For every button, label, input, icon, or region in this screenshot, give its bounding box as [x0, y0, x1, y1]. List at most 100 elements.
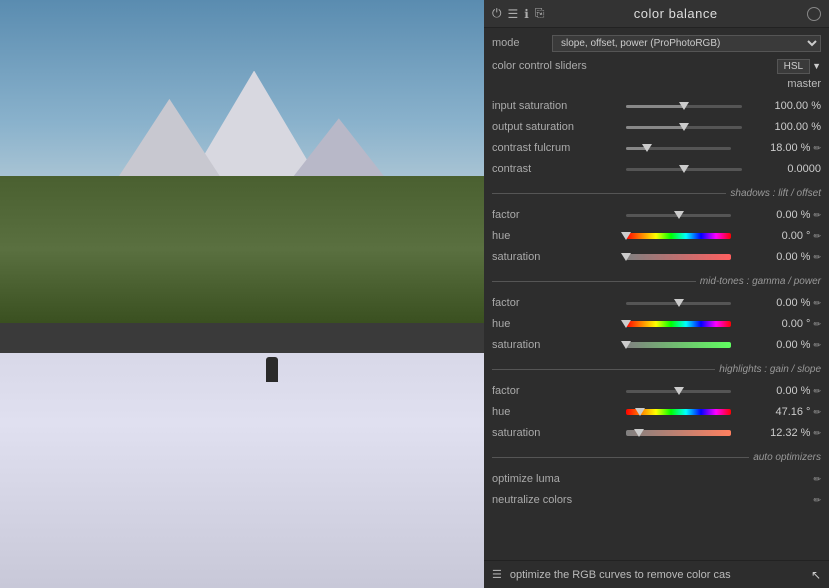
bottom-cursor-icon[interactable]: ↖ — [811, 568, 821, 582]
top-bar-icons: ⏻ ☰ ℹ ⎘ — [492, 6, 544, 21]
input-saturation-value: 100.00 % — [746, 100, 821, 112]
highlights-saturation-value: 12.32 % — [735, 427, 810, 439]
shadows-saturation-thumb — [621, 253, 631, 261]
shadows-saturation-edit[interactable]: ✏ — [813, 252, 821, 263]
midtones-factor-row: factor 0.00 % ✏ — [492, 293, 821, 313]
copy-icon[interactable]: ⎘ — [535, 6, 545, 21]
highlights-factor-row: factor 0.00 % ✏ — [492, 381, 821, 401]
highlights-saturation-slider[interactable] — [626, 430, 731, 436]
optimize-luma-row: optimize luma ✏ — [492, 469, 821, 489]
midtones-hue-slider[interactable] — [626, 321, 731, 327]
output-saturation-fill — [626, 126, 684, 129]
auto-optimizers-header: auto optimizers — [492, 447, 821, 467]
highlights-factor-slider[interactable] — [626, 390, 731, 393]
auto-opt-line — [492, 457, 749, 458]
master-label: master — [787, 78, 821, 94]
highlights-saturation-row: saturation 12.32 % ✏ — [492, 423, 821, 443]
color-control-value[interactable]: HSL — [777, 59, 810, 74]
master-row: master — [492, 78, 821, 94]
color-control-dropdown-icon[interactable]: ▼ — [812, 61, 821, 71]
shadows-factor-edit[interactable]: ✏ — [813, 210, 821, 221]
midtones-saturation-value: 0.00 % — [735, 339, 810, 351]
midtones-saturation-label: saturation — [492, 339, 622, 351]
contrast-slider[interactable] — [626, 168, 742, 171]
midtones-factor-edit[interactable]: ✏ — [813, 298, 821, 309]
input-saturation-row: input saturation 100.00 % — [492, 96, 821, 116]
midtones-factor-value: 0.00 % — [735, 297, 810, 309]
shadows-saturation-slider[interactable] — [626, 254, 731, 260]
input-saturation-slider[interactable] — [626, 105, 742, 108]
shadows-factor-row: factor 0.00 % ✏ — [492, 205, 821, 225]
midtones-hue-value: 0.00 ° — [735, 318, 810, 330]
output-saturation-thumb — [679, 123, 689, 131]
midtones-hue-edit[interactable]: ✏ — [813, 319, 821, 330]
bottom-bar: ☰ optimize the RGB curves to remove colo… — [484, 560, 829, 588]
mode-select[interactable]: slope, offset, power (ProPhotoRGB)lift, … — [552, 35, 821, 52]
forest — [0, 176, 484, 323]
midtones-line — [492, 281, 696, 282]
output-saturation-value: 100.00 % — [746, 121, 821, 133]
photo-scene — [0, 0, 484, 588]
contrast-fulcrum-value: 18.00 % — [735, 142, 810, 154]
image-panel — [0, 0, 484, 588]
circle-icon — [807, 7, 821, 21]
output-saturation-row: output saturation 100.00 % — [492, 117, 821, 137]
shadows-hue-edit[interactable]: ✏ — [813, 231, 821, 242]
info-icon[interactable]: ℹ — [524, 7, 529, 21]
shadows-saturation-value: 0.00 % — [735, 251, 810, 263]
contrast-label: contrast — [492, 163, 622, 175]
shadows-hue-thumb — [621, 232, 631, 240]
shadows-factor-label: factor — [492, 209, 622, 221]
content-area: mode slope, offset, power (ProPhotoRGB)l… — [484, 28, 829, 560]
midtones-header-text: mid-tones : gamma / power — [700, 276, 821, 287]
neutralize-colors-row: neutralize colors ✏ — [492, 490, 821, 510]
highlights-saturation-thumb — [634, 429, 644, 437]
contrast-fulcrum-row: contrast fulcrum 18.00 % ✏ — [492, 138, 821, 158]
right-panel: ⏻ ☰ ℹ ⎘ color balance mode slope, offset… — [484, 0, 829, 588]
highlights-hue-slider[interactable] — [626, 409, 731, 415]
highlights-header: highlights : gain / slope — [492, 359, 821, 379]
mode-label: mode — [492, 37, 552, 49]
mode-row: mode slope, offset, power (ProPhotoRGB)l… — [492, 32, 821, 54]
highlights-hue-edit[interactable]: ✏ — [813, 407, 821, 418]
contrast-row: contrast 0.0000 — [492, 159, 821, 179]
power-icon[interactable]: ⏻ — [492, 6, 502, 21]
midtones-factor-slider[interactable] — [626, 302, 731, 305]
bottom-menu-icon[interactable]: ☰ — [492, 568, 502, 581]
highlights-hue-value: 47.16 ° — [735, 406, 810, 418]
top-bar: ⏻ ☰ ℹ ⎘ color balance — [484, 0, 829, 28]
midtones-hue-label: hue — [492, 318, 622, 330]
shadows-factor-thumb — [674, 211, 684, 219]
shadows-header: shadows : lift / offset — [492, 183, 821, 203]
midtones-saturation-slider[interactable] — [626, 342, 731, 348]
highlights-factor-thumb — [674, 387, 684, 395]
shadows-line — [492, 193, 726, 194]
midtones-factor-label: factor — [492, 297, 622, 309]
contrast-fulcrum-thumb — [642, 144, 652, 152]
output-saturation-slider[interactable] — [626, 126, 742, 129]
highlights-hue-label: hue — [492, 406, 622, 418]
shadows-factor-slider[interactable] — [626, 214, 731, 217]
optimize-luma-edit[interactable]: ✏ — [813, 474, 821, 485]
neutralize-colors-edit[interactable]: ✏ — [813, 495, 821, 506]
color-control-label: color control sliders — [492, 60, 777, 72]
shadows-hue-label: hue — [492, 230, 622, 242]
midtones-saturation-row: saturation 0.00 % ✏ — [492, 335, 821, 355]
contrast-fulcrum-edit[interactable]: ✏ — [813, 143, 821, 154]
highlights-hue-thumb — [635, 408, 645, 416]
highlights-factor-edit[interactable]: ✏ — [813, 386, 821, 397]
midtones-hue-thumb — [621, 320, 631, 328]
highlights-hue-row: hue 47.16 ° ✏ — [492, 402, 821, 422]
shadows-hue-slider[interactable] — [626, 233, 731, 239]
midtones-saturation-edit[interactable]: ✏ — [813, 340, 821, 351]
panel-title: color balance — [552, 6, 799, 21]
contrast-fulcrum-label: contrast fulcrum — [492, 142, 622, 154]
input-saturation-fill — [626, 105, 684, 108]
highlights-saturation-edit[interactable]: ✏ — [813, 428, 821, 439]
shadows-header-text: shadows : lift / offset — [730, 188, 821, 199]
list-icon[interactable]: ☰ — [508, 7, 519, 21]
highlights-saturation-label: saturation — [492, 427, 622, 439]
midtones-hue-row: hue 0.00 ° ✏ — [492, 314, 821, 334]
shadows-hue-row: hue 0.00 ° ✏ — [492, 226, 821, 246]
contrast-fulcrum-slider[interactable] — [626, 147, 731, 150]
